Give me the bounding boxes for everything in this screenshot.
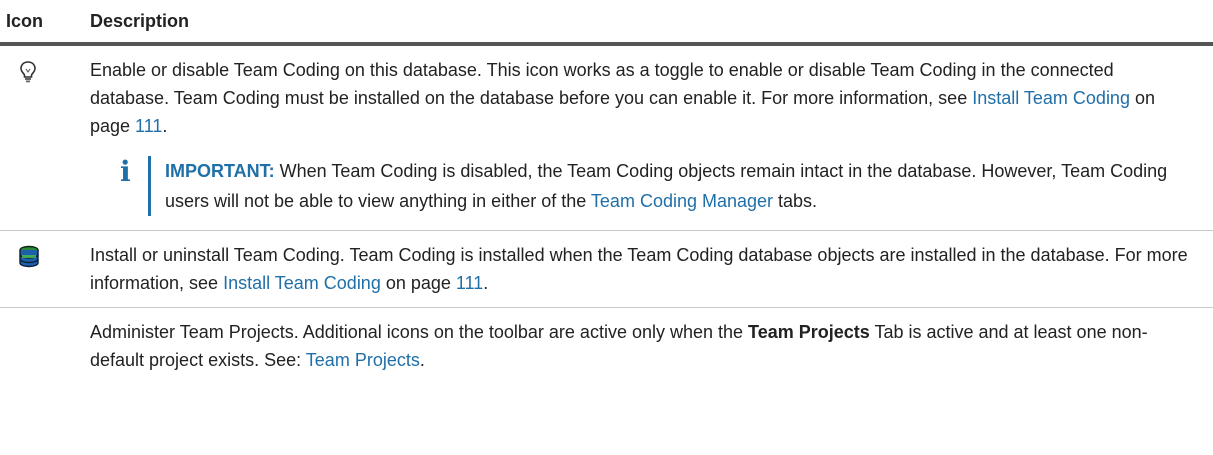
header-description: Description — [90, 10, 190, 31]
page-link[interactable]: 111 — [456, 273, 483, 293]
header-icon: Icon — [6, 10, 44, 31]
table-row: Administer Team Projects. Additional ico… — [0, 308, 1213, 382]
important-label: IMPORTANT: — [165, 161, 275, 181]
table-row: Enable or disable Team Coding on this da… — [0, 46, 1213, 231]
lightbulb-icon — [20, 61, 36, 83]
row-description: Enable or disable Team Coding on this da… — [90, 60, 1155, 136]
info-icon: i — [120, 155, 131, 188]
database-icon — [19, 245, 39, 268]
important-note: i IMPORTANT: When Team Coding is disable… — [120, 156, 1197, 216]
table-row: Install or uninstall Team Coding. Team C… — [0, 231, 1213, 308]
team-coding-manager-link[interactable]: Team Coding Manager — [591, 191, 773, 211]
row-description: Install or uninstall Team Coding. Team C… — [90, 245, 1188, 293]
icon-description-table: Icon Description Enable or disable Team … — [0, 0, 1213, 382]
team-projects-link[interactable]: Team Projects — [306, 350, 420, 370]
install-team-coding-link[interactable]: Install Team Coding — [223, 273, 381, 293]
install-team-coding-link[interactable]: Install Team Coding — [972, 88, 1130, 108]
table-header: Icon Description — [0, 0, 1213, 46]
page-link[interactable]: 111 — [135, 116, 162, 136]
team-projects-bold: Team Projects — [748, 322, 870, 342]
row-description: Administer Team Projects. Additional ico… — [90, 322, 1148, 370]
